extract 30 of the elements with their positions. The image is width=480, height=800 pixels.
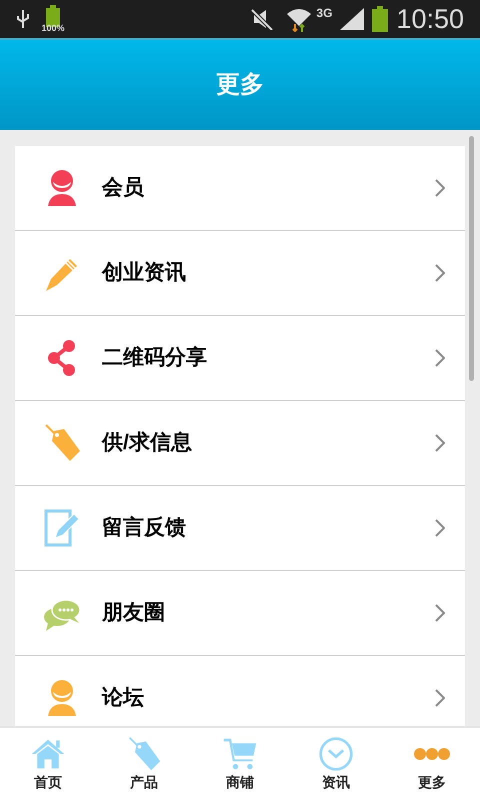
signal-icon <box>340 8 364 30</box>
tag-icon <box>126 736 162 772</box>
chevron-right-icon <box>435 349 445 367</box>
tab-item[interactable]: 产品 <box>96 728 192 800</box>
cart-icon <box>222 736 258 772</box>
menu-item[interactable]: 供/求信息 <box>15 401 465 486</box>
tab-item[interactable]: 首页 <box>0 728 96 800</box>
wifi-icon <box>286 6 312 32</box>
battery-icon <box>372 6 388 32</box>
chevron-right-icon <box>435 264 445 282</box>
clock-time: 10:50 <box>396 2 464 36</box>
page-title: 更多 <box>216 70 264 100</box>
tab-item[interactable]: 资讯 <box>288 728 384 800</box>
chevron-right-icon <box>435 434 445 452</box>
tab-item[interactable]: 更多 <box>384 728 480 800</box>
network-type: 3G <box>316 5 332 22</box>
menu-item[interactable]: 留言反馈 <box>15 486 465 571</box>
chevron-right-icon <box>435 179 445 197</box>
clock-icon <box>318 736 354 772</box>
chevron-right-icon <box>435 604 445 622</box>
usb-icon <box>16 8 30 30</box>
mute-icon <box>250 8 274 30</box>
menu-item[interactable]: 创业资讯 <box>15 231 465 316</box>
chevron-right-icon <box>435 689 445 707</box>
chevron-right-icon <box>435 519 445 537</box>
menu-item[interactable]: 会员 <box>15 146 465 231</box>
menu-item[interactable]: 二维码分享 <box>15 316 465 401</box>
tab-item[interactable]: 商铺 <box>192 728 288 800</box>
more-dots-icon <box>414 748 450 760</box>
menu-item[interactable]: 朋友圈 <box>15 571 465 656</box>
